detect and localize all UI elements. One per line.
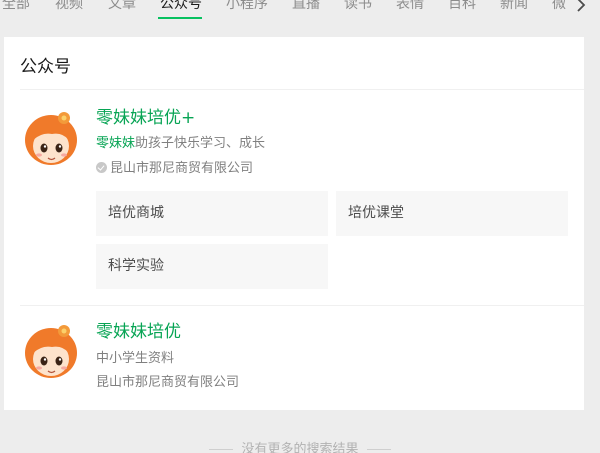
footer-text: 没有更多的搜索结果: [241, 442, 359, 453]
divider: [20, 89, 584, 90]
more-tabs-button[interactable]: [570, 0, 600, 17]
tab-mini-program[interactable]: 小程序: [226, 0, 268, 14]
chevron-right-icon: [577, 0, 586, 12]
divider: [209, 449, 234, 450]
account-description: 零妹妹助孩子快乐学习、成长: [96, 135, 265, 153]
menu-button-shop[interactable]: 培优商城: [96, 191, 328, 236]
search-tab-bar: 全部 视频 文章 公众号 小程序 直播 读书 表情 百科 新闻 微: [0, 0, 600, 22]
divider: [366, 449, 391, 450]
menu-button-experiment[interactable]: 科学实验: [96, 244, 328, 289]
cartoon-girl-avatar: [25, 112, 77, 165]
active-tab-indicator: [158, 17, 202, 19]
company-name: 昆山市那尼商贸有限公司: [110, 161, 254, 176]
tab-encyclopedia[interactable]: 百科: [448, 0, 476, 14]
verified-check-icon: [96, 162, 107, 173]
description-highlight: 零妹妹: [96, 136, 136, 151]
tab-stickers[interactable]: 表情: [396, 0, 424, 14]
tab-books[interactable]: 读书: [344, 0, 372, 14]
menu-button-classroom[interactable]: 培优课堂: [336, 191, 568, 236]
no-more-results: 没有更多的搜索结果: [0, 441, 600, 453]
tab-live[interactable]: 直播: [292, 0, 320, 14]
tab-all[interactable]: 全部: [2, 0, 30, 14]
account-company: 昆山市那尼商贸有限公司: [96, 160, 253, 178]
account-description: 中小学生资料: [96, 351, 175, 366]
section-title: 公众号: [20, 57, 71, 77]
tab-weixin[interactable]: 微: [552, 0, 566, 14]
divider: [20, 305, 584, 306]
description-text: 助孩子快乐学习、成长: [135, 136, 266, 151]
tab-article[interactable]: 文章: [108, 0, 136, 14]
account-name[interactable]: 零妹妹培优+: [96, 107, 195, 129]
account-name[interactable]: 零妹妹培优: [96, 321, 181, 343]
cartoon-girl-avatar: [25, 325, 77, 378]
results-card: 公众号 零妹妹培优+ 零妹妹助孩子快乐学习、成长 昆山市那尼商贸有限公司 培优商…: [4, 37, 584, 410]
tab-video[interactable]: 视频: [55, 0, 83, 14]
company-name: 昆山市那尼商贸有限公司: [96, 375, 240, 390]
tab-news[interactable]: 新闻: [500, 0, 528, 14]
tab-official-account[interactable]: 公众号: [160, 0, 202, 14]
